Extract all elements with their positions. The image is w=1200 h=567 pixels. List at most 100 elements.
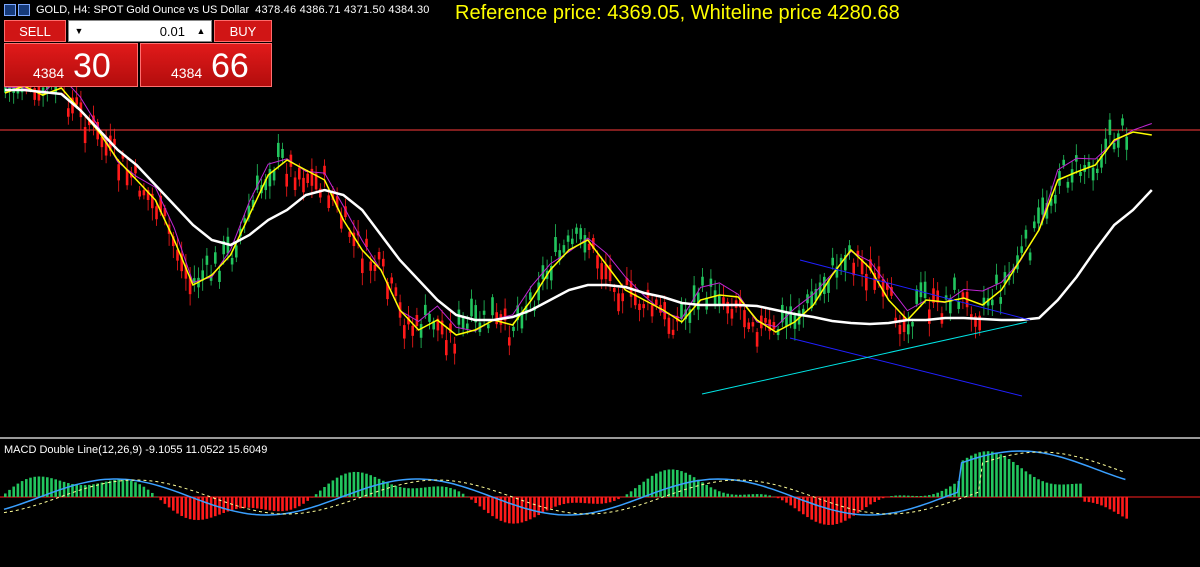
- macd-bar: [449, 487, 452, 497]
- lot-decrease-icon[interactable]: ▼: [69, 21, 89, 41]
- reference-price-text: Reference price: 4369.05, Whiteline pric…: [455, 2, 900, 24]
- macd-bar: [1075, 483, 1078, 497]
- candle-body: [583, 235, 587, 253]
- macd-bar: [256, 497, 259, 509]
- macd-bar: [79, 485, 83, 497]
- macd-bar: [1112, 497, 1116, 512]
- candle-body: [235, 245, 238, 258]
- candle-body: [298, 167, 301, 180]
- macd-bar: [419, 487, 423, 497]
- macd-bar: [264, 497, 267, 510]
- macd-bar: [890, 496, 893, 497]
- candle-body: [67, 108, 70, 117]
- macd-bar: [663, 470, 666, 497]
- macd-bar: [142, 486, 146, 497]
- candle-body: [1041, 197, 1044, 215]
- candle-body: [764, 317, 767, 323]
- candle-body: [373, 264, 377, 272]
- macd-bar: [554, 497, 557, 507]
- sell-button[interactable]: SELL: [4, 20, 66, 42]
- macd-bar: [529, 497, 532, 520]
- candle-body: [562, 245, 566, 253]
- macd-bar: [818, 497, 822, 524]
- macd-bar: [629, 491, 633, 497]
- macd-bar: [1012, 461, 1015, 497]
- macd-bar: [184, 497, 188, 518]
- candle-body: [566, 235, 570, 242]
- macd-bar: [562, 497, 566, 505]
- lot-size-input[interactable]: 0.01: [89, 24, 191, 39]
- macd-bar: [659, 471, 662, 497]
- macd-bar: [260, 497, 263, 510]
- macd-bar: [390, 484, 393, 497]
- candle-body: [268, 169, 272, 187]
- chart-header: GOLD, H4: SPOT Gold Ounce vs US Dollar 4…: [0, 0, 430, 20]
- macd-bar: [608, 497, 612, 503]
- candle-body: [575, 227, 578, 234]
- macd-bar: [1100, 497, 1103, 506]
- candle-body: [680, 301, 683, 319]
- candle-body: [529, 292, 532, 300]
- macd-indicator-label: MACD Double Line(12,26,9) -9.1055 11.052…: [4, 444, 268, 456]
- macd-bar: [1007, 459, 1011, 497]
- macd-bar: [487, 497, 490, 514]
- candle-body: [285, 173, 288, 187]
- macd-bar: [617, 497, 620, 500]
- macd-bar: [940, 490, 944, 497]
- macd-bar: [747, 494, 750, 497]
- macd-bar: [302, 497, 305, 504]
- candle-body: [755, 332, 759, 347]
- macd-bar: [327, 483, 330, 497]
- buy-button[interactable]: BUY: [214, 20, 272, 42]
- sell-price-pips: 30: [73, 47, 111, 85]
- candles-icon: [18, 4, 30, 16]
- macd-bar: [965, 457, 969, 497]
- sell-price-prefix: 4384: [33, 65, 65, 81]
- macd-bar: [1062, 484, 1065, 497]
- macd-bar: [764, 494, 767, 497]
- candle-body: [117, 164, 120, 181]
- sell-price-button[interactable]: 4384 30: [4, 43, 138, 87]
- candle-body: [789, 306, 792, 325]
- candle-body: [272, 170, 276, 181]
- macd-bar: [1070, 483, 1074, 497]
- candle-body: [155, 206, 158, 220]
- candle-body: [394, 287, 398, 296]
- macd-bar: [911, 495, 914, 497]
- candle-body: [957, 301, 960, 309]
- candle-body: [218, 270, 221, 282]
- macd-bar: [121, 479, 125, 497]
- macd-bar: [613, 497, 616, 501]
- macd-bar: [991, 451, 994, 497]
- macd-bar: [873, 497, 876, 502]
- lot-size-stepper[interactable]: ▼ 0.01 ▲: [68, 20, 212, 42]
- macd-bar: [814, 497, 818, 522]
- macd-bar: [289, 497, 293, 510]
- candle-body: [1033, 221, 1036, 229]
- candle-body: [604, 264, 608, 280]
- candle-body: [915, 289, 918, 304]
- macd-bar: [781, 497, 784, 501]
- lot-increase-icon[interactable]: ▲: [191, 21, 211, 41]
- macd-bar: [293, 497, 297, 509]
- macd-bar: [151, 492, 154, 497]
- macd-bar: [928, 495, 931, 497]
- candle-body: [428, 313, 431, 322]
- macd-bar: [243, 497, 246, 508]
- candle-body: [487, 324, 490, 329]
- macd-bar: [533, 497, 536, 518]
- candle-body: [382, 258, 385, 267]
- chart-type-icon[interactable]: [4, 4, 32, 16]
- macd-bar: [134, 482, 137, 497]
- candle-body: [667, 317, 671, 334]
- macd-bar: [495, 497, 498, 519]
- macd-bar: [877, 497, 881, 500]
- macd-bar: [67, 483, 70, 497]
- macd-bar: [163, 497, 167, 504]
- candle-body: [419, 324, 423, 338]
- macd-bar: [1024, 471, 1028, 497]
- macd-bar: [172, 497, 175, 511]
- macd-bar: [722, 492, 725, 497]
- macd-bar: [869, 497, 872, 505]
- buy-price-button[interactable]: 4384 66: [140, 43, 272, 87]
